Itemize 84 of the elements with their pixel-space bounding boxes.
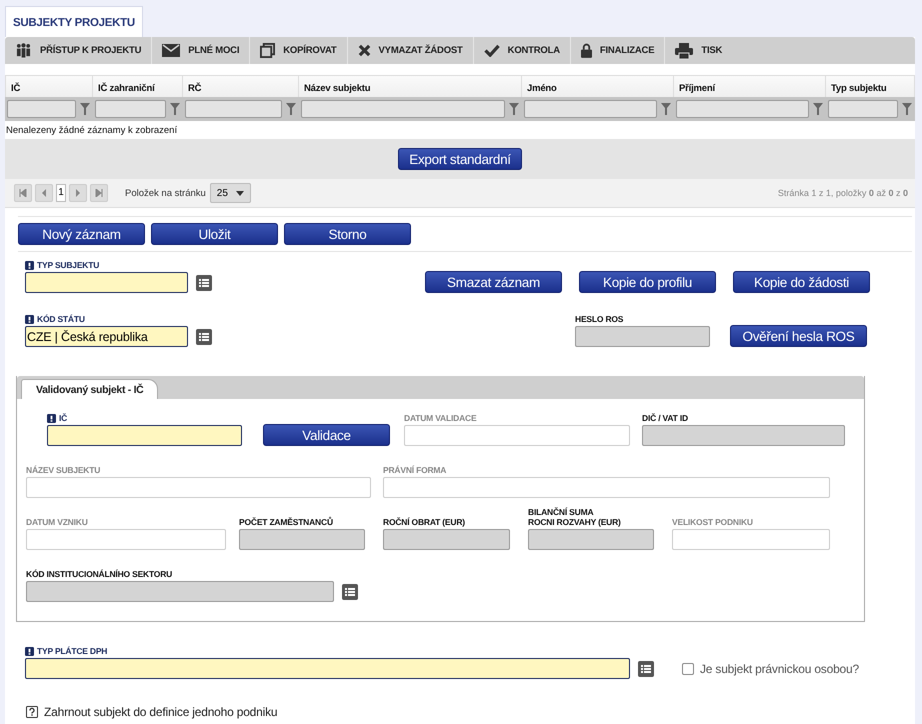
field-label: KÓD STÁTU: [37, 314, 85, 324]
toolbar-button[interactable]: KONTROLA: [474, 37, 571, 64]
caret-icon: [236, 190, 244, 196]
paging-summary: Stránka 1 z 1, položky 0 až 0 z 0: [778, 188, 908, 198]
form-button[interactable]: Nový záznam: [18, 223, 145, 245]
form-button[interactable]: Storno: [284, 223, 411, 245]
select-field[interactable]: [25, 658, 630, 679]
first-page-icon: [19, 189, 27, 197]
list-icon[interactable]: [342, 584, 358, 600]
filter-icon[interactable]: [661, 103, 671, 115]
page-tab[interactable]: SUBJEKTY PROJEKTU: [5, 6, 143, 37]
verify-password-button[interactable]: Ověření hesla ROS: [730, 325, 867, 347]
export-button[interactable]: Export standardní: [398, 148, 522, 170]
field-label: DATUM VALIDACE: [404, 413, 476, 423]
field-label: POČET ZAMĚSTNANCŮ: [239, 517, 333, 527]
field-label: DIČ / VAT ID: [642, 413, 688, 423]
field-label: VELIKOST PODNIKU: [672, 517, 753, 527]
printer-icon: [675, 42, 694, 58]
field-label: PRÁVNÍ FORMA: [383, 465, 446, 475]
field-label: TYP PLÁTCE DPH: [37, 646, 108, 656]
select-field[interactable]: [25, 272, 188, 293]
field-label: DATUM VZNIKU: [26, 517, 88, 527]
record-button[interactable]: Kopie do žádosti: [733, 271, 870, 293]
required-icon: [47, 414, 56, 423]
filter-icon[interactable]: [902, 103, 912, 115]
filter-field[interactable]: [95, 100, 166, 118]
checkbox-label[interactable]: Je subjekt právnickou osobou?: [700, 662, 859, 676]
next-page-button[interactable]: [69, 184, 87, 202]
toolbar-button[interactable]: VYMAZAT ŽÁDOST: [348, 37, 474, 64]
filter-icon[interactable]: [170, 103, 180, 115]
toolbar-button[interactable]: KOPÍROVAT: [250, 37, 348, 64]
list-icon[interactable]: [196, 328, 212, 344]
page-number-field[interactable]: 1: [56, 184, 66, 202]
required-icon: [25, 647, 34, 656]
record-button[interactable]: Kopie do profilu: [579, 271, 716, 293]
first-page-button[interactable]: [14, 184, 32, 202]
filter-icon[interactable]: [286, 103, 296, 115]
toolbar-button[interactable]: FINALIZACE: [570, 37, 666, 64]
record-button[interactable]: Smazat záznam: [425, 271, 562, 293]
validate-button[interactable]: Validace: [263, 424, 390, 446]
field-label: TYP SUBJEKTU: [37, 260, 100, 270]
check-icon: [484, 44, 500, 57]
page-size-select[interactable]: 25: [210, 183, 251, 203]
filter-field[interactable]: [301, 100, 505, 118]
list-icon[interactable]: [196, 274, 212, 290]
page-size-label: Položek na stránku: [125, 188, 206, 198]
input-field[interactable]: [47, 425, 242, 446]
lock-icon: [580, 43, 592, 58]
field-label: BILANČNÍ SUMA ROCNI ROZVAHY (EUR): [528, 507, 621, 527]
field-label: KÓD INSTITUCIONÁLNÍHO SEKTORU: [26, 569, 172, 579]
checkbox-label[interactable]: Zahrnout subjekt do definice jednoho podniku: [44, 705, 278, 719]
field-label: HESLO ROS: [575, 314, 624, 324]
required-icon: [25, 315, 34, 324]
last-page-button[interactable]: [90, 184, 108, 202]
previous-page-icon: [40, 189, 48, 197]
copy-icon: [260, 43, 276, 58]
select-field[interactable]: CZE | Česká republika: [25, 326, 188, 347]
field-label: NÁZEV SUBJEKTU: [26, 465, 100, 475]
toolbar-button[interactable]: TISK: [665, 37, 732, 64]
empty-message: Nenalezeny žádné záznamy k zobrazení: [5, 124, 178, 138]
field-label: IČ: [59, 413, 68, 423]
filter-field[interactable]: [828, 100, 898, 118]
filter-icon[interactable]: [813, 103, 823, 115]
filter-icon[interactable]: [509, 103, 519, 115]
previous-page-button[interactable]: [35, 184, 53, 202]
required-icon: [25, 261, 34, 270]
checkbox[interactable]: [26, 706, 38, 718]
toolbar-button[interactable]: PLNÉ MOCI: [152, 37, 250, 64]
list-icon[interactable]: [638, 660, 654, 676]
panel-tab[interactable]: Validovaný subjekt - IČ: [21, 379, 158, 399]
filter-field[interactable]: [7, 100, 76, 118]
close-icon: [358, 44, 371, 57]
form-button[interactable]: Uložit: [151, 223, 278, 245]
filter-field[interactable]: [676, 100, 809, 118]
filter-field[interactable]: [185, 100, 282, 118]
toolbar-button[interactable]: PŘÍSTUP K PROJEKTU: [5, 37, 152, 64]
envelope-icon: [162, 44, 180, 57]
checkbox[interactable]: [682, 663, 694, 675]
filter-field[interactable]: [524, 100, 657, 118]
last-page-icon: [95, 189, 103, 197]
field-label: ROČNÍ OBRAT (EUR): [383, 517, 465, 527]
next-page-icon: [74, 189, 82, 197]
people-icon: [15, 43, 32, 58]
filter-icon[interactable]: [80, 103, 90, 115]
